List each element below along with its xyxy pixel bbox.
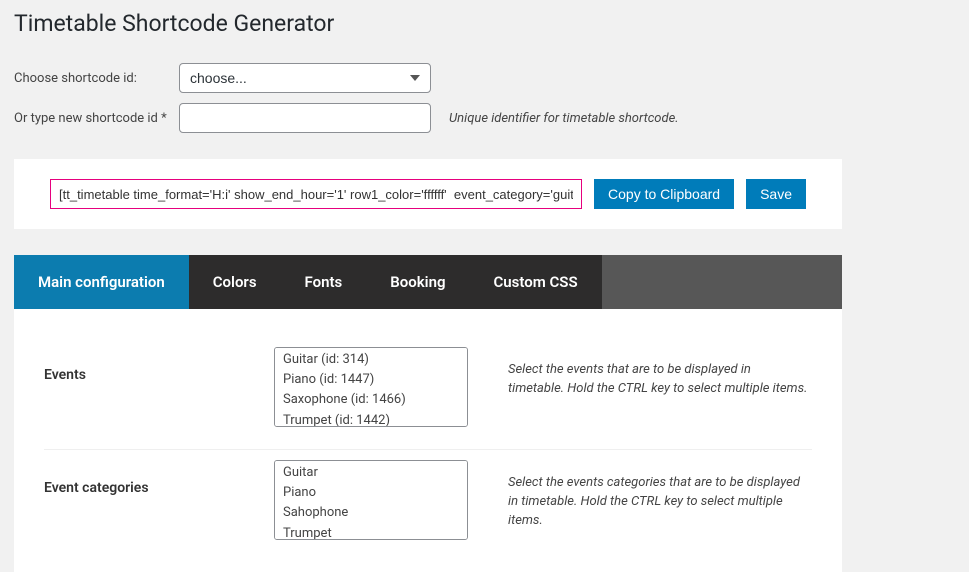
new-shortcode-input[interactable]: [179, 103, 431, 133]
field-events: Events Guitar (id: 314) Piano (id: 1447)…: [44, 337, 812, 450]
tab-filler: [602, 255, 842, 309]
tabs: Main configuration Colors Fonts Booking …: [14, 255, 842, 309]
tab-custom-css[interactable]: Custom CSS: [470, 255, 602, 309]
tab-colors[interactable]: Colors: [189, 255, 281, 309]
shortcode-panel: Copy to Clipboard Save: [14, 159, 842, 229]
events-option[interactable]: Guitar (id: 314): [275, 350, 467, 370]
choose-shortcode-label: Choose shortcode id:: [14, 71, 179, 86]
event-categories-option[interactable]: Trumpet: [275, 524, 467, 540]
tab-main-configuration[interactable]: Main configuration: [14, 255, 189, 309]
field-event-categories: Event categories Guitar Piano Sahophone …: [44, 450, 812, 562]
tab-fonts[interactable]: Fonts: [281, 255, 367, 309]
event-categories-hint: Select the events categories that are to…: [508, 460, 808, 531]
field-event-categories-label: Event categories: [44, 460, 274, 496]
new-shortcode-hint: Unique identifier for timetable shortcod…: [449, 111, 679, 126]
event-categories-select[interactable]: Guitar Piano Sahophone Trumpet: [274, 460, 468, 540]
event-categories-option[interactable]: Guitar: [275, 463, 467, 483]
shortcode-output[interactable]: [50, 179, 582, 209]
events-option[interactable]: Trumpet (id: 1442): [275, 411, 467, 427]
event-categories-option[interactable]: Sahophone: [275, 503, 467, 523]
events-option[interactable]: Saxophone (id: 1466): [275, 390, 467, 410]
events-hint: Select the events that are to be display…: [508, 347, 808, 399]
field-events-label: Events: [44, 347, 274, 383]
save-button[interactable]: Save: [746, 179, 806, 209]
events-select[interactable]: Guitar (id: 314) Piano (id: 1447) Saxoph…: [274, 347, 468, 427]
event-categories-option[interactable]: Piano: [275, 483, 467, 503]
tab-booking[interactable]: Booking: [366, 255, 469, 309]
new-shortcode-label: Or type new shortcode id *: [14, 111, 179, 126]
page-title: Timetable Shortcode Generator: [14, 10, 969, 37]
new-shortcode-row: Or type new shortcode id * Unique identi…: [14, 103, 969, 133]
choose-shortcode-row: Choose shortcode id: choose...: [14, 63, 969, 93]
copy-to-clipboard-button[interactable]: Copy to Clipboard: [594, 179, 734, 209]
events-option[interactable]: Piano (id: 1447): [275, 370, 467, 390]
choose-shortcode-select[interactable]: choose...: [179, 63, 431, 93]
config-body: Events Guitar (id: 314) Piano (id: 1447)…: [14, 309, 842, 572]
